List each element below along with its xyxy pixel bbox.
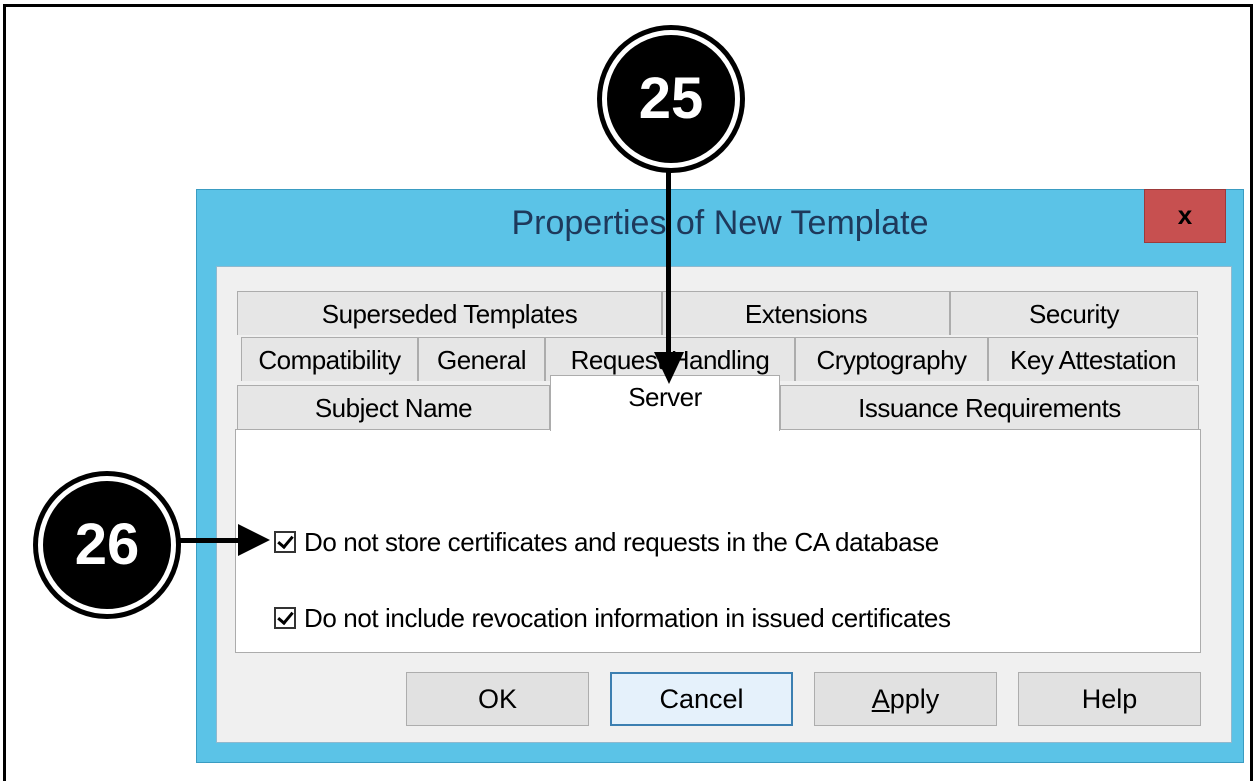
option-row-no-revocation: Do not include revocation information in… [274, 601, 951, 635]
tab-key-attestation[interactable]: Key Attestation [988, 337, 1198, 381]
apply-label-rest: pply [889, 684, 940, 714]
tab-cryptography[interactable]: Cryptography [795, 337, 988, 381]
no-store-label[interactable]: Do not store certificates and requests i… [304, 527, 939, 558]
apply-button[interactable]: Apply [814, 672, 997, 726]
option-row-no-store: Do not store certificates and requests i… [274, 525, 939, 559]
tab-subject-name[interactable]: Subject Name [237, 385, 550, 429]
ok-button[interactable]: OK [406, 672, 589, 726]
callout-step-26: 26 [38, 476, 176, 614]
no-store-checkbox[interactable] [274, 531, 296, 553]
callout-26-arrowhead [238, 524, 270, 556]
tab-general[interactable]: General [418, 337, 545, 381]
server-tab-panel: Do not store certificates and requests i… [235, 429, 1201, 653]
tab-superseded-templates[interactable]: Superseded Templates [237, 291, 662, 335]
callout-25-arrowhead [654, 352, 684, 384]
callout-26-arrow-line [176, 538, 246, 543]
no-revocation-checkbox[interactable] [274, 607, 296, 629]
tab-security[interactable]: Security [950, 291, 1198, 335]
apply-accelerator: A [871, 684, 890, 714]
close-button[interactable]: x [1144, 189, 1226, 243]
dialog-title: Properties of New Template [511, 204, 929, 242]
no-revocation-label[interactable]: Do not include revocation information in… [304, 603, 951, 634]
tab-compatibility[interactable]: Compatibility [241, 337, 418, 381]
cancel-button[interactable]: Cancel [610, 672, 793, 726]
tab-extensions[interactable]: Extensions [662, 291, 950, 335]
help-button[interactable]: Help [1018, 672, 1201, 726]
tab-issuance-requirements[interactable]: Issuance Requirements [780, 385, 1199, 429]
callout-25-arrow-line [666, 168, 671, 358]
callout-step-25: 25 [602, 30, 740, 168]
